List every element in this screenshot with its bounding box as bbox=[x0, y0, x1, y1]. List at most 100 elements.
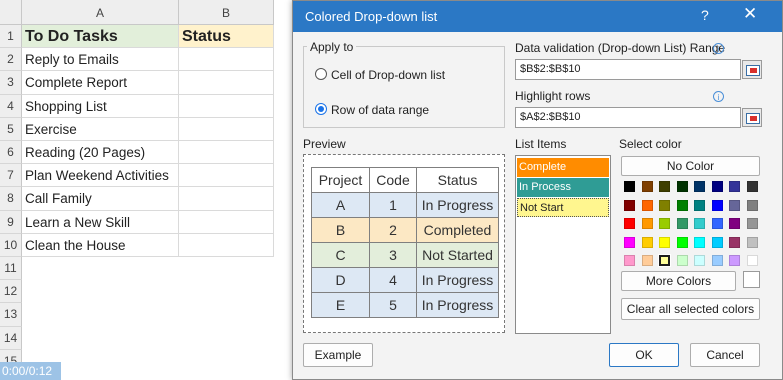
color-swatch[interactable] bbox=[729, 181, 740, 192]
range-select-icon[interactable] bbox=[742, 60, 762, 79]
color-swatch[interactable] bbox=[729, 199, 740, 211]
radio-row-of-data-range-label[interactable]: Row of data range bbox=[331, 103, 429, 117]
column-header-a[interactable]: A bbox=[22, 0, 179, 25]
row-header[interactable]: 8 bbox=[0, 187, 22, 211]
status-cell[interactable] bbox=[179, 117, 274, 141]
color-swatch[interactable] bbox=[659, 181, 670, 192]
task-cell[interactable]: Reading (20 Pages) bbox=[22, 141, 179, 165]
color-swatch[interactable] bbox=[659, 199, 670, 211]
row-header[interactable]: 10 bbox=[0, 233, 22, 257]
color-swatch[interactable] bbox=[624, 218, 635, 229]
color-swatch[interactable] bbox=[711, 218, 723, 229]
row-header[interactable]: 11 bbox=[0, 257, 22, 281]
status-cell[interactable] bbox=[179, 71, 274, 95]
row-header[interactable]: 3 bbox=[0, 71, 22, 95]
color-swatch[interactable] bbox=[746, 181, 758, 192]
task-cell[interactable]: Clean the House bbox=[22, 233, 179, 257]
task-cell[interactable]: Complete Report bbox=[22, 71, 179, 95]
color-swatch[interactable] bbox=[641, 255, 653, 266]
color-swatch[interactable] bbox=[641, 218, 653, 229]
color-swatch[interactable] bbox=[711, 236, 723, 248]
status-cell[interactable] bbox=[179, 233, 274, 257]
color-swatch[interactable] bbox=[746, 255, 758, 266]
task-cell[interactable]: Call Family bbox=[22, 187, 179, 211]
row-header[interactable]: 6 bbox=[0, 141, 22, 165]
task-cell[interactable]: Plan Weekend Activities bbox=[22, 164, 179, 188]
color-swatch[interactable] bbox=[711, 181, 723, 192]
color-swatch[interactable] bbox=[624, 236, 635, 248]
radio-row-of-data-range[interactable] bbox=[315, 103, 327, 115]
ok-button[interactable]: OK bbox=[609, 343, 679, 367]
task-cell[interactable]: Shopping List bbox=[22, 94, 179, 118]
clear-all-colors-button[interactable]: Clear all selected colors bbox=[621, 298, 760, 320]
radio-cell-of-dropdown[interactable] bbox=[315, 68, 327, 80]
info-icon[interactable]: i bbox=[713, 91, 724, 102]
color-swatch[interactable] bbox=[694, 199, 705, 211]
list-items-box[interactable]: Complete In Process Not Start bbox=[515, 155, 611, 334]
close-icon[interactable]: ✕ bbox=[743, 4, 757, 24]
radio-cell-of-dropdown-label[interactable]: Cell of Drop-down list bbox=[331, 68, 445, 82]
color-swatch[interactable] bbox=[676, 218, 688, 229]
row-header[interactable]: 4 bbox=[0, 94, 22, 118]
color-swatch[interactable] bbox=[694, 181, 705, 192]
task-cell[interactable]: Learn a New Skill bbox=[22, 210, 179, 234]
color-swatch[interactable] bbox=[694, 255, 705, 266]
row-header[interactable]: 9 bbox=[0, 210, 22, 234]
row-header[interactable]: 7 bbox=[0, 164, 22, 188]
row-header[interactable]: 1 bbox=[0, 25, 22, 49]
color-swatch[interactable] bbox=[624, 199, 635, 211]
color-swatch[interactable] bbox=[746, 218, 758, 229]
color-swatch[interactable] bbox=[676, 236, 688, 248]
color-swatch[interactable] bbox=[641, 236, 653, 248]
status-cell[interactable] bbox=[179, 48, 274, 72]
select-all-corner[interactable] bbox=[0, 0, 22, 25]
row-header[interactable]: 2 bbox=[0, 48, 22, 72]
color-swatch[interactable] bbox=[659, 236, 670, 248]
header-cell-status[interactable]: Status bbox=[179, 25, 274, 49]
color-swatch[interactable] bbox=[729, 236, 740, 248]
task-cell[interactable]: Reply to Emails bbox=[22, 48, 179, 72]
custom-color-swatch[interactable] bbox=[743, 271, 760, 288]
no-color-button[interactable]: No Color bbox=[621, 156, 760, 176]
status-cell[interactable] bbox=[179, 141, 274, 165]
color-swatch[interactable] bbox=[676, 255, 688, 266]
color-swatch[interactable] bbox=[729, 218, 740, 229]
color-swatch[interactable] bbox=[624, 255, 635, 266]
color-swatch[interactable] bbox=[676, 199, 688, 211]
status-cell[interactable] bbox=[179, 164, 274, 188]
example-button[interactable]: Example bbox=[303, 343, 373, 367]
more-colors-button[interactable]: More Colors bbox=[621, 271, 736, 291]
color-swatch[interactable] bbox=[694, 218, 705, 229]
row-header[interactable]: 14 bbox=[0, 326, 22, 350]
dv-range-input[interactable]: $B$2:$B$10 bbox=[515, 59, 741, 80]
color-swatch[interactable] bbox=[711, 199, 723, 211]
cancel-button[interactable]: Cancel bbox=[690, 343, 760, 367]
color-swatch[interactable] bbox=[711, 255, 723, 266]
list-item-in-process[interactable]: In Process bbox=[517, 178, 609, 197]
color-swatch[interactable] bbox=[676, 181, 688, 192]
row-header[interactable]: 12 bbox=[0, 280, 22, 304]
highlight-rows-input[interactable]: $A$2:$B$10 bbox=[515, 107, 741, 128]
list-item-not-start[interactable]: Not Start bbox=[517, 198, 609, 217]
task-cell[interactable]: Exercise bbox=[22, 117, 179, 141]
row-header[interactable]: 13 bbox=[0, 303, 22, 327]
help-button[interactable]: ? bbox=[701, 7, 709, 23]
color-swatch[interactable] bbox=[624, 181, 635, 192]
color-swatch[interactable] bbox=[746, 236, 758, 248]
status-cell[interactable] bbox=[179, 94, 274, 118]
info-icon[interactable]: i bbox=[713, 43, 724, 54]
color-swatch[interactable] bbox=[641, 181, 653, 192]
list-item-complete[interactable]: Complete bbox=[517, 158, 609, 177]
color-swatch[interactable] bbox=[641, 199, 653, 211]
color-swatch[interactable] bbox=[658, 254, 671, 267]
status-cell[interactable] bbox=[179, 187, 274, 211]
color-swatch[interactable] bbox=[694, 236, 705, 248]
range-select-icon[interactable] bbox=[742, 108, 762, 127]
color-swatch[interactable] bbox=[746, 199, 758, 211]
row-header[interactable]: 5 bbox=[0, 117, 22, 141]
header-cell-tasks[interactable]: To Do Tasks bbox=[22, 25, 179, 49]
column-header-b[interactable]: B bbox=[179, 0, 274, 25]
status-cell[interactable] bbox=[179, 210, 274, 234]
color-swatch[interactable] bbox=[729, 255, 740, 266]
color-swatch[interactable] bbox=[659, 218, 670, 229]
